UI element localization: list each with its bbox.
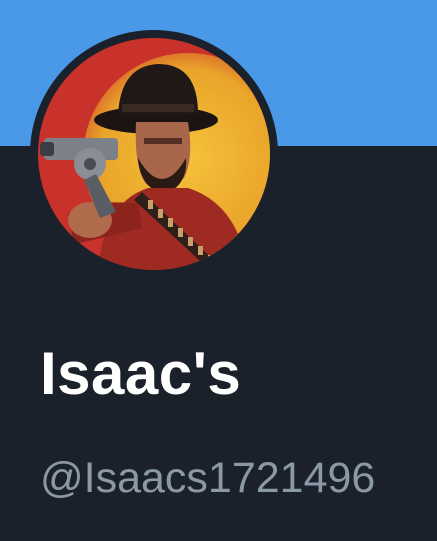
avatar[interactable] — [30, 30, 278, 278]
cowboy-gunslinger-avatar-icon — [38, 38, 270, 270]
profile-handle: @Isaacs1721496 — [40, 454, 376, 502]
profile-display-name: Isaac's — [40, 340, 242, 407]
